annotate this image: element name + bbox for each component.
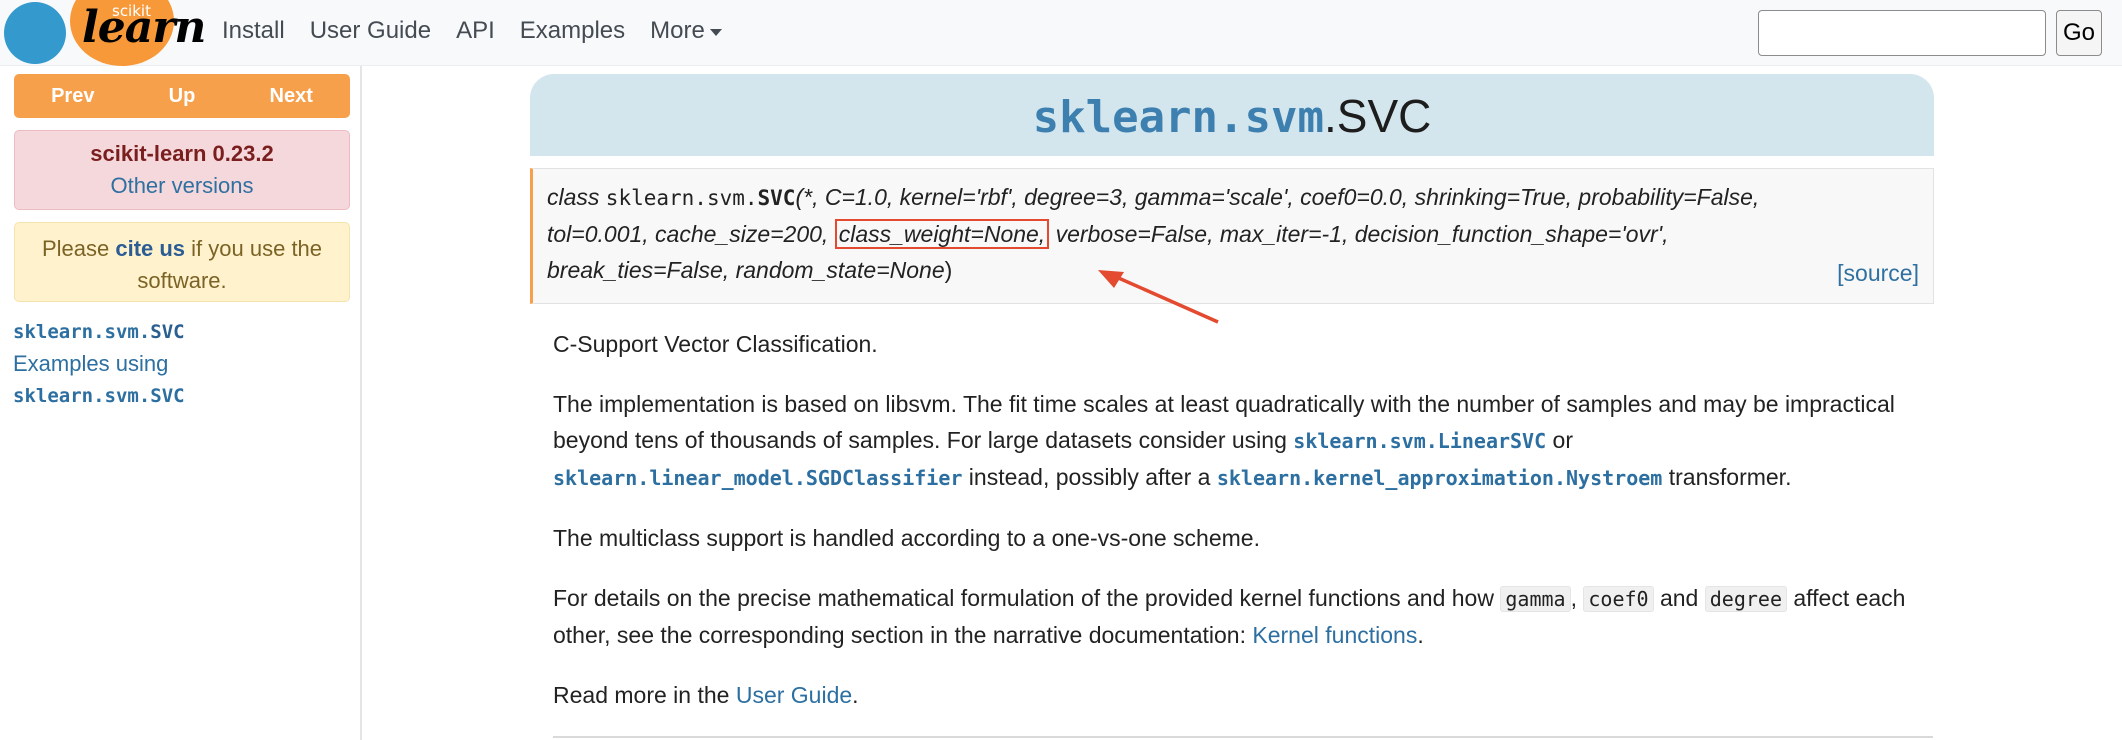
text-span: Read more in the bbox=[553, 682, 736, 708]
up-button[interactable]: Up bbox=[169, 85, 196, 108]
toc-examples-link[interactable]: Examples using bbox=[13, 348, 185, 380]
top-navbar: scikit learn Install User Guide API Exam… bbox=[0, 0, 2122, 66]
nav-more-dropdown[interactable]: More bbox=[650, 14, 722, 48]
cite-prefix: Please bbox=[41, 236, 116, 261]
go-button[interactable]: Go bbox=[2056, 10, 2102, 56]
paragraph-summary: C-Support Vector Classification. bbox=[553, 331, 878, 357]
toc-examples-code-link[interactable]: sklearn.svm.SVC bbox=[13, 380, 185, 412]
class-signature: class sklearn.svm.SVC(*, C=1.0, kernel='… bbox=[530, 168, 1934, 304]
text-span: or bbox=[1546, 427, 1573, 453]
other-versions-link[interactable]: Other versions bbox=[15, 173, 349, 199]
signature-params-line3: break_ties=False, random_state=None bbox=[547, 257, 945, 283]
text-span: The implementation is based on libsvm. T… bbox=[553, 391, 1895, 453]
main-content: C-Support Vector Classification. The imp… bbox=[553, 326, 1933, 737]
code-degree: degree bbox=[1704, 586, 1787, 612]
scikit-learn-logo[interactable]: scikit learn bbox=[0, 0, 210, 66]
search-input[interactable] bbox=[1758, 10, 2046, 56]
nav-more-label: More bbox=[650, 17, 705, 44]
code-gamma: gamma bbox=[1500, 586, 1571, 612]
text-span: , bbox=[1570, 585, 1584, 611]
paragraph-kernel-details: For details on the precise mathematical … bbox=[553, 580, 1933, 653]
next-button[interactable]: Next bbox=[270, 85, 313, 108]
caret-down-icon bbox=[709, 28, 722, 36]
nav-user-guide[interactable]: User Guide bbox=[310, 14, 431, 48]
signature-name: SVC bbox=[757, 186, 796, 210]
sidebar: Prev Up Next scikit-learn 0.23.2 Other v… bbox=[0, 66, 362, 740]
linearsvc-link[interactable]: sklearn.svm.LinearSVC bbox=[1293, 429, 1546, 453]
nav-examples[interactable]: Examples bbox=[520, 14, 625, 48]
local-toc: sklearn.svm.SVC Examples using sklearn.s… bbox=[13, 316, 185, 412]
page-title-class: .SVC bbox=[1324, 90, 1432, 142]
toc-svc-link[interactable]: sklearn.svm.SVC bbox=[13, 316, 185, 348]
text-span: and bbox=[1653, 585, 1705, 611]
main-nav: Install User Guide API Examples More bbox=[222, 14, 747, 48]
text-span: For details on the precise mathematical … bbox=[553, 585, 1501, 611]
cite-box: Please cite us if you use the software. bbox=[14, 222, 350, 302]
signature-keyword: class bbox=[547, 184, 606, 210]
text-span: . bbox=[852, 682, 859, 708]
version-box: scikit-learn 0.23.2 Other versions bbox=[14, 130, 350, 210]
version-title: scikit-learn 0.23.2 bbox=[90, 141, 274, 166]
signature-params-line1: (*, C=1.0, kernel='rbf', degree=3, gamma… bbox=[795, 184, 1760, 210]
related-nav: Prev Up Next bbox=[14, 74, 350, 118]
code-coef0: coef0 bbox=[1583, 586, 1654, 612]
logo-learn-text: learn bbox=[82, 2, 206, 53]
signature-params-line2-pre: tol=0.001, cache_size=200, bbox=[547, 221, 835, 247]
text-span: . bbox=[1417, 622, 1424, 648]
signature-close: ) bbox=[944, 257, 953, 283]
nav-api[interactable]: API bbox=[456, 14, 495, 48]
text-span: transformer. bbox=[1662, 464, 1792, 490]
toc-svc-class: SVC bbox=[150, 321, 185, 343]
paragraph-multiclass: The multiclass support is handled accord… bbox=[553, 525, 1260, 551]
page-title-module: sklearn.svm bbox=[1032, 92, 1325, 143]
text-span: instead, possibly after a bbox=[962, 464, 1217, 490]
sgdclassifier-link[interactable]: sklearn.linear_model.SGDClassifier bbox=[553, 466, 962, 490]
section-divider bbox=[553, 736, 1933, 738]
user-guide-link[interactable]: User Guide bbox=[736, 682, 852, 708]
highlighted-param-box: class_weight=None, bbox=[834, 219, 1050, 249]
logo-blue-circle bbox=[4, 2, 66, 64]
signature-path: sklearn.svm. bbox=[605, 186, 758, 210]
paragraph-read-more: Read more in the User Guide. bbox=[553, 677, 1933, 713]
nav-install[interactable]: Install bbox=[222, 14, 285, 48]
paragraph-implementation: The implementation is based on libsvm. T… bbox=[553, 386, 1933, 496]
signature-params-line2-post: verbose=False, max_iter=-1, decision_fun… bbox=[1049, 221, 1669, 247]
prev-button[interactable]: Prev bbox=[51, 85, 94, 108]
annotation-arrow-icon bbox=[1098, 270, 1219, 324]
page-title-banner: sklearn.svm.SVC bbox=[530, 74, 1934, 156]
cite-us-link[interactable]: cite us bbox=[115, 236, 185, 261]
toc-svc-module: sklearn.svm. bbox=[13, 321, 151, 343]
source-link[interactable]: [source] bbox=[1837, 255, 1919, 291]
nystroem-link[interactable]: sklearn.kernel_approximation.Nystroem bbox=[1217, 466, 1663, 490]
kernel-functions-link[interactable]: Kernel functions bbox=[1252, 622, 1417, 648]
